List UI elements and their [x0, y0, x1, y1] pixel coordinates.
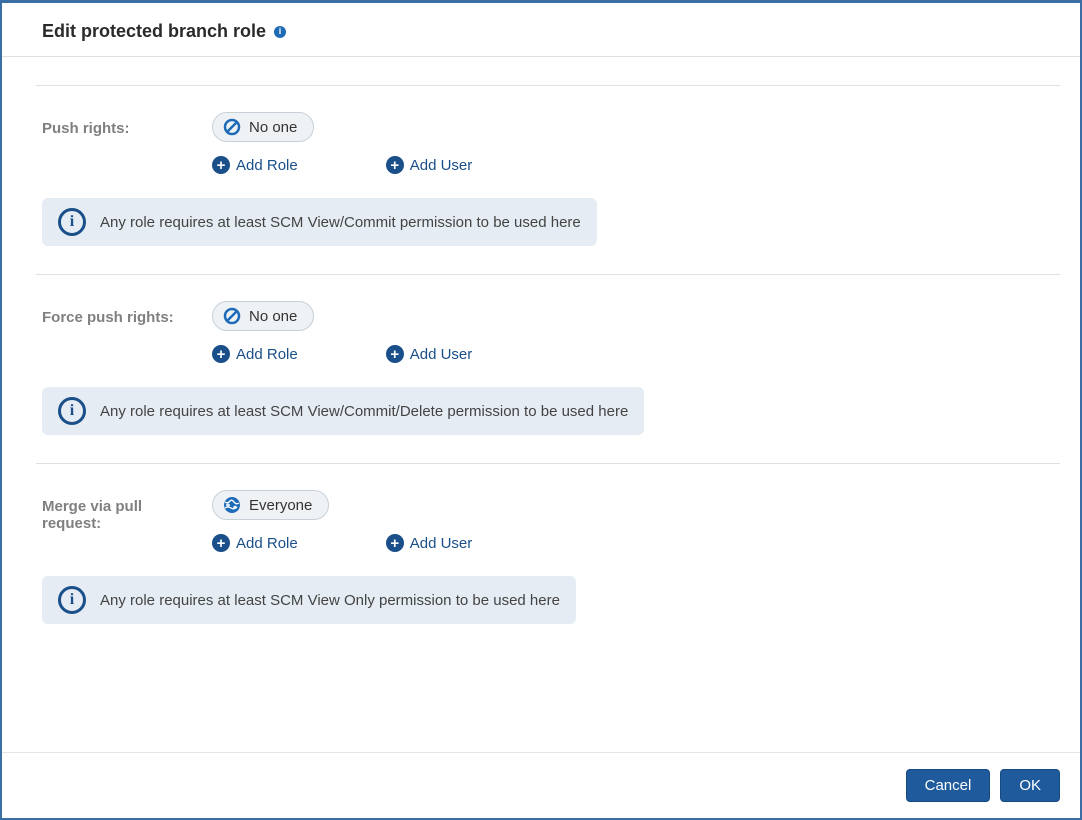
info-text: Any role requires at least SCM View/Comm… — [100, 214, 581, 231]
plus-icon: + — [386, 345, 404, 363]
add-user-link[interactable]: + Add User — [386, 156, 473, 174]
divider — [36, 85, 1060, 86]
link-label: Add User — [410, 346, 473, 363]
no-entry-icon — [223, 307, 241, 325]
scroll-area[interactable]: Push rights: No one — [2, 57, 1080, 752]
link-label: Add Role — [236, 157, 298, 174]
ok-button[interactable]: OK — [1000, 769, 1060, 802]
field-label: Push rights: — [42, 112, 192, 174]
info-box: i Any role requires at least SCM View/Co… — [42, 198, 597, 246]
add-user-link[interactable]: + Add User — [386, 534, 473, 552]
info-icon: i — [58, 397, 86, 425]
link-label: Add User — [410, 535, 473, 552]
info-text: Any role requires at least SCM View/Comm… — [100, 403, 628, 420]
section-merge-via-pr: Merge via pull request: — [42, 490, 1060, 552]
info-icon[interactable]: i — [274, 26, 286, 38]
selected-pill-no-one[interactable]: No one — [212, 112, 314, 142]
info-box: i Any role requires at least SCM View On… — [42, 576, 576, 624]
info-icon: i — [58, 208, 86, 236]
dialog-header: Edit protected branch role i — [2, 3, 1080, 57]
pill-label: Everyone — [249, 497, 312, 514]
field-label: Merge via pull request: — [42, 490, 192, 552]
plus-icon: + — [212, 534, 230, 552]
dialog-body: Push rights: No one — [2, 57, 1080, 752]
divider — [36, 274, 1060, 275]
plus-icon: + — [212, 345, 230, 363]
selected-pill-no-one[interactable]: No one — [212, 301, 314, 331]
section-force-push-rights: Force push rights: No one — [42, 301, 1060, 363]
pill-label: No one — [249, 119, 297, 136]
add-role-link[interactable]: + Add Role — [212, 534, 298, 552]
dialog-title: Edit protected branch role — [42, 21, 266, 42]
no-entry-icon — [223, 118, 241, 136]
info-box: i Any role requires at least SCM View/Co… — [42, 387, 644, 435]
section-push-rights: Push rights: No one — [42, 112, 1060, 174]
add-user-link[interactable]: + Add User — [386, 345, 473, 363]
divider — [36, 463, 1060, 464]
link-label: Add Role — [236, 346, 298, 363]
plus-icon: + — [386, 534, 404, 552]
dialog-footer: Cancel OK — [2, 752, 1080, 818]
cancel-button[interactable]: Cancel — [906, 769, 991, 802]
field-label: Force push rights: — [42, 301, 192, 363]
plus-icon: + — [386, 156, 404, 174]
add-role-link[interactable]: + Add Role — [212, 156, 298, 174]
plus-icon: + — [212, 156, 230, 174]
add-role-link[interactable]: + Add Role — [212, 345, 298, 363]
link-label: Add User — [410, 157, 473, 174]
selected-pill-everyone[interactable]: Everyone — [212, 490, 329, 520]
dialog: Edit protected branch role i Push rights… — [0, 0, 1082, 820]
link-label: Add Role — [236, 535, 298, 552]
globe-icon — [223, 496, 241, 514]
info-icon: i — [58, 586, 86, 614]
pill-label: No one — [249, 308, 297, 325]
info-text: Any role requires at least SCM View Only… — [100, 592, 560, 609]
